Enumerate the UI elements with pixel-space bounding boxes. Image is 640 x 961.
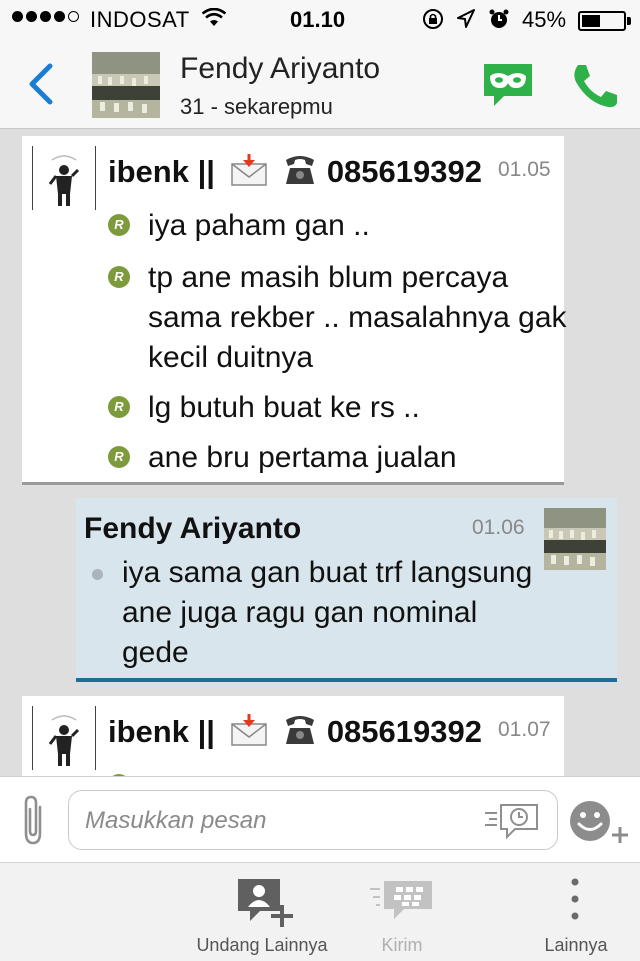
location-icon — [456, 8, 476, 36]
contact-avatar[interactable] — [92, 52, 160, 118]
bottom-toolbar: Undang Lainnya Kirim Lainnya — [0, 862, 640, 961]
paperclip-attach-icon[interactable] — [18, 793, 48, 847]
signal-strength-icon — [12, 11, 79, 22]
back-chevron-icon[interactable] — [22, 62, 62, 106]
chat-header: Fendy Ariyanto 31 - sekarepmu — [0, 40, 640, 129]
contact-name[interactable]: Fendy Ariyanto — [180, 52, 380, 86]
message-text: ane bru pertama jualan — [148, 441, 457, 474]
private-chat-mask-icon[interactable] — [482, 62, 534, 108]
battery-percent: 45% — [522, 7, 567, 32]
message-text: iya paham gan .. — [148, 209, 370, 242]
download-envelope-icon — [230, 154, 268, 194]
message-bubble-incoming[interactable]: ibenk || 085619392 01.05 R iya paham gan… — [22, 136, 567, 485]
message-bubble-incoming[interactable]: ibenk || 085619392 01.07 R — [22, 696, 564, 776]
voice-note-icon[interactable] — [483, 799, 543, 843]
invite-more-button[interactable]: Undang Lainnya — [182, 863, 342, 961]
my-avatar[interactable] — [544, 508, 606, 570]
status-bar: INDOSAT 01.10 45% — [0, 0, 640, 40]
battery-icon — [578, 11, 626, 31]
wifi-icon — [201, 7, 227, 34]
voice-call-phone-icon[interactable] — [570, 62, 620, 110]
battery-fill — [582, 15, 600, 27]
read-receipt-badge: R — [108, 266, 130, 288]
sender-phone: 085619392 — [326, 154, 482, 189]
sender-name: ibenk || 085619392 — [108, 714, 498, 754]
message-composer — [0, 776, 640, 863]
chat-messages[interactable]: ibenk || 085619392 01.05 R iya paham gan… — [0, 129, 640, 776]
invite-more-label: Undang Lainnya — [196, 935, 328, 955]
message-time: 01.05 — [498, 158, 551, 181]
delivery-status-dot — [92, 569, 103, 580]
battery-tip — [627, 17, 631, 25]
message-text: iya sama gan buat trf langsung ane juga … — [122, 556, 533, 669]
sender-avatar[interactable] — [32, 706, 96, 770]
more-label: Lainnya — [544, 935, 608, 955]
more-options-button[interactable]: Lainnya — [530, 863, 622, 961]
telephone-icon — [282, 154, 318, 194]
message-text: tp ane masih blum percaya sama rekber ..… — [148, 261, 567, 374]
sender-avatar[interactable] — [32, 146, 96, 210]
send-label: Kirim — [381, 935, 423, 955]
sender-phone: 085619392 — [326, 714, 482, 749]
message-input-box[interactable] — [68, 790, 558, 850]
message-bubble-outgoing[interactable]: Fendy Ariyanto 01.06 iya sama gan buat t… — [76, 498, 617, 682]
download-envelope-icon — [230, 714, 268, 754]
sender-name: ibenk || 085619392 — [108, 154, 498, 194]
contact-status: 31 - sekarepmu — [180, 94, 333, 119]
message-time: 01.06 — [472, 516, 525, 539]
rotation-lock-icon — [422, 8, 444, 36]
message-text: lg butuh buat ke rs .. — [148, 391, 420, 424]
read-receipt-badge: R — [108, 214, 130, 236]
sender-name: Fendy Ariyanto — [84, 512, 302, 545]
carrier-name: INDOSAT — [90, 7, 190, 32]
vertical-ellipsis-icon — [571, 878, 579, 920]
emoticon-add-icon[interactable] — [568, 799, 634, 845]
message-time: 01.07 — [498, 718, 551, 741]
add-contact-icon — [238, 879, 293, 927]
message-input[interactable] — [83, 803, 467, 839]
sender-name-text: ibenk || — [108, 714, 215, 749]
read-receipt-badge: R — [108, 446, 130, 468]
sender-name-text: ibenk || — [108, 154, 215, 189]
read-receipt-badge: R — [108, 396, 130, 418]
bbm-send-icon — [370, 881, 432, 919]
alarm-icon — [488, 8, 510, 36]
send-button[interactable]: Kirim — [352, 863, 452, 961]
clock: 01.10 — [290, 7, 346, 32]
telephone-icon — [282, 714, 318, 754]
